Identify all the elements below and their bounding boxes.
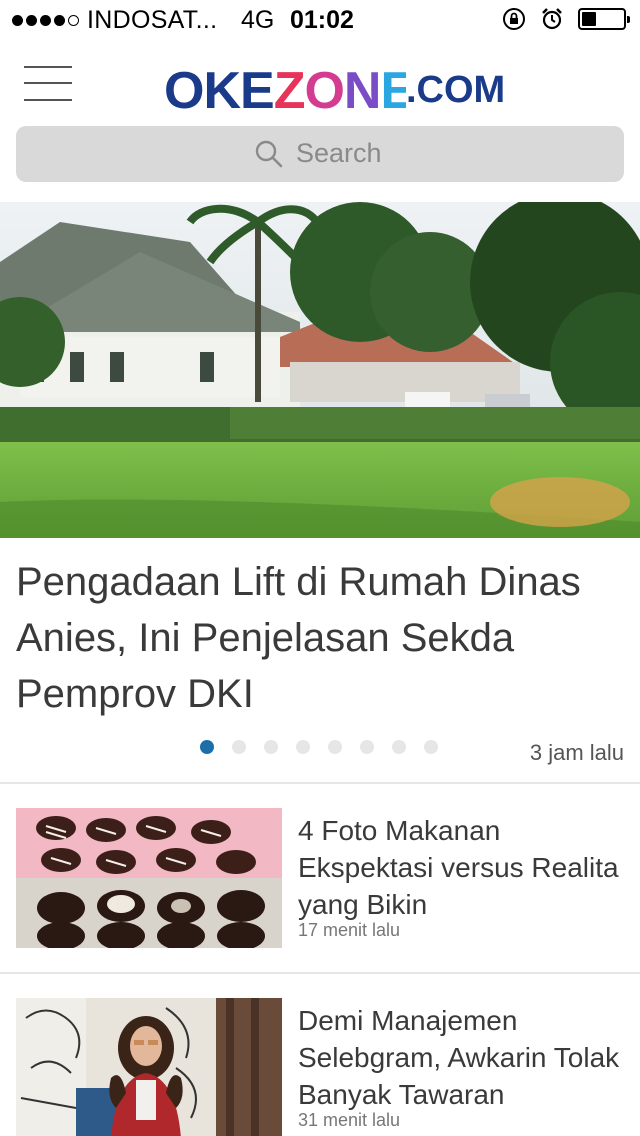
article-thumbnail [16,808,282,948]
network-type: 4G [241,6,275,34]
logo-wordmark: OKEZONE [164,56,415,120]
status-time: 01:02 [290,6,354,34]
article-title[interactable]: 4 Foto Makanan Ekspektasi versus Realita… [298,812,628,923]
status-right [502,7,630,31]
search-input[interactable] [296,138,496,169]
status-bar: INDOSAT... 4G 01:02 [0,0,640,40]
search-icon [255,140,283,167]
hero-headline[interactable]: Pengadaan Lift di Rumah Dinas Anies, Ini… [16,554,626,722]
hero-time: 3 jam lalu [529,740,624,765]
pager-dot[interactable] [232,740,246,754]
carrier-name: INDOSAT... [87,6,218,34]
app-header: OKEZONE .COM [0,40,640,124]
article-time: 17 menit lalu [298,920,401,940]
rotation-lock-icon [503,8,525,30]
pager-dot[interactable] [424,740,438,754]
pager-dot[interactable] [392,740,406,754]
pager-dot[interactable] [360,740,374,754]
list-item[interactable]: 4 Foto Makanan Ekspektasi versus Realita… [0,808,640,968]
list-item[interactable]: Demi Manajemen Selebgram, Awkarin Tolak … [0,998,640,1136]
logo-suffix: .COM [406,69,506,111]
divider [0,972,640,974]
hero-image[interactable] [0,202,640,538]
okezone-logo[interactable]: OKEZONE .COM [164,56,505,120]
pager-dot[interactable] [296,740,310,754]
signal-strength-icon [12,15,79,26]
svg-text:OKEZONE: OKEZONE [164,66,406,114]
article-title[interactable]: Demi Manajemen Selebgram, Awkarin Tolak … [298,1002,628,1113]
article-time: 31 menit lalu [298,1110,401,1130]
article-thumbnail [16,998,282,1136]
search-bar[interactable] [16,126,624,182]
hamburger-menu-button[interactable] [24,62,72,102]
carousel-pager [200,740,438,754]
alarm-icon [542,8,562,30]
pager-dot[interactable] [328,740,342,754]
pager-dot[interactable] [264,740,278,754]
status-left: INDOSAT... [12,6,217,35]
pager-dot[interactable] [200,740,214,754]
divider [0,782,640,784]
battery-icon [578,8,630,30]
